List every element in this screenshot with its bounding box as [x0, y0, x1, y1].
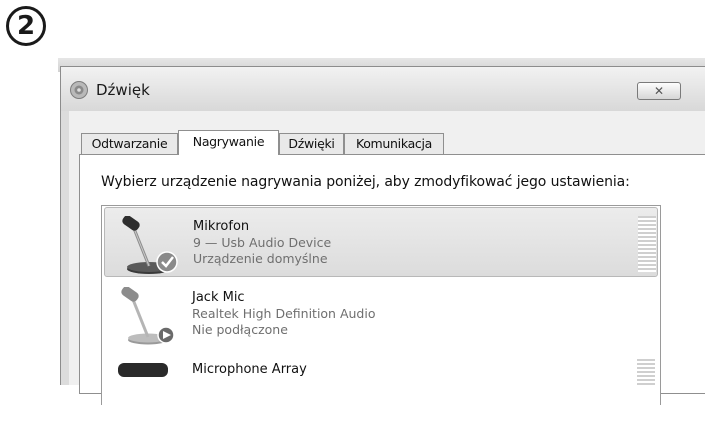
device-row-mikrofon[interactable]: Mikrofon 9 — Usb Audio Device Urządzenie…: [104, 207, 658, 277]
device-text: Microphone Array: [192, 361, 307, 378]
sound-dialog: Dźwięk ✕ Odtwarzanie Nagrywanie Dźwięki …: [60, 66, 705, 405]
microphone-array-icon: [118, 363, 168, 377]
close-button[interactable]: ✕: [637, 82, 681, 100]
device-row-microphone-array[interactable]: Microphone Array: [104, 351, 658, 421]
recording-tab-panel: Wybierz urządzenie nagrywania poniżej, a…: [79, 154, 705, 405]
device-detail: 9 — Usb Audio Device: [193, 235, 332, 250]
recording-device-list[interactable]: Mikrofon 9 — Usb Audio Device Urządzenie…: [101, 205, 661, 405]
device-name: Jack Mic: [192, 290, 245, 305]
tab-dzwieki[interactable]: Dźwięki: [279, 133, 344, 154]
title-bar[interactable]: Dźwięk ✕: [61, 67, 705, 111]
microphone-default-check-icon: [122, 216, 178, 274]
instructions-text: Wybierz urządzenie nagrywania poniżej, a…: [101, 174, 630, 190]
device-detail: Realtek High Definition Audio: [192, 306, 376, 321]
level-meter: [637, 359, 655, 385]
device-row-jack-mic[interactable]: Jack Mic Realtek High Definition Audio N…: [104, 279, 658, 349]
step-number-badge: 2: [6, 6, 46, 46]
dialog-client-area: Odtwarzanie Nagrywanie Dźwięki Komunikac…: [69, 111, 705, 405]
tab-odtwarzanie[interactable]: Odtwarzanie: [81, 133, 178, 154]
device-status: Urządzenie domyślne: [193, 251, 328, 266]
level-meter: [638, 216, 656, 272]
microphone-unplugged-icon: [121, 287, 175, 345]
tab-nagrywanie[interactable]: Nagrywanie: [178, 130, 279, 155]
device-name: Microphone Array: [192, 362, 307, 377]
device-status: Nie podłączone: [192, 322, 288, 337]
window-title: Dźwięk: [96, 81, 150, 99]
speaker-icon: [70, 81, 88, 99]
close-icon: ✕: [653, 84, 665, 98]
device-text: Jack Mic Realtek High Definition Audio N…: [192, 289, 375, 338]
device-name: Mikrofon: [193, 219, 250, 234]
tab-komunikacja[interactable]: Komunikacja: [344, 133, 444, 154]
device-text: Mikrofon 9 — Usb Audio Device Urządzenie…: [193, 218, 331, 267]
